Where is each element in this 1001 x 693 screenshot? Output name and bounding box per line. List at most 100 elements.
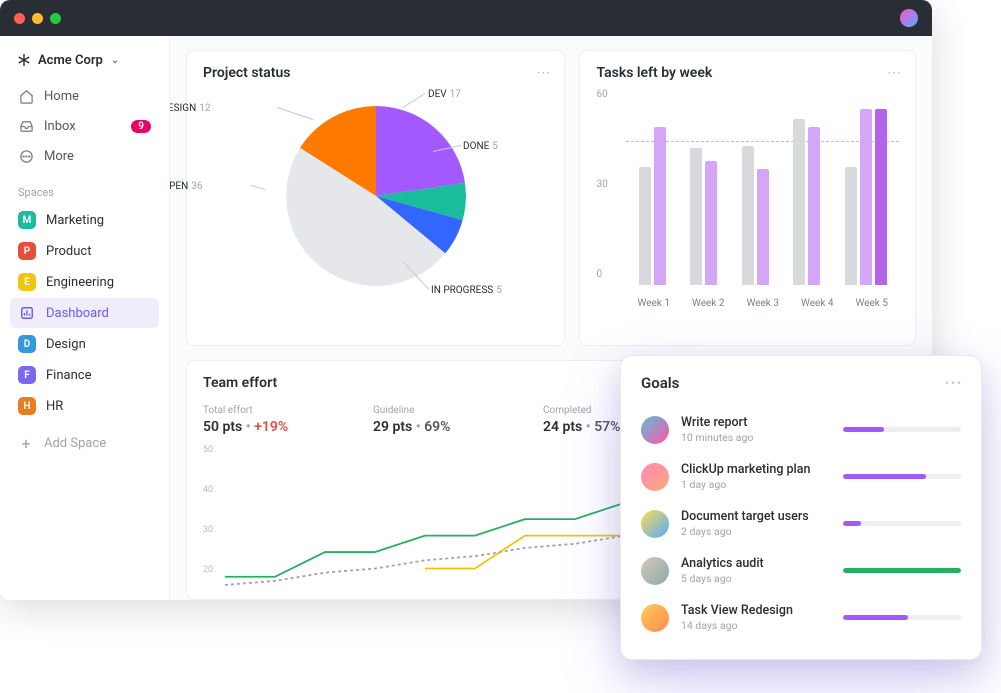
- stat-value: 50 pts • +19%: [203, 419, 353, 435]
- bar: [654, 127, 666, 285]
- workspace-name: Acme Corp: [38, 53, 103, 68]
- progress-bar: [843, 474, 961, 479]
- avatar: [641, 416, 669, 444]
- card-menu-icon[interactable]: ⋯: [887, 65, 901, 81]
- goals-card: Goals ••• Write report10 minutes agoClic…: [620, 355, 982, 660]
- stat-block: Total effort 50 pts • +19%: [203, 405, 373, 435]
- bar-group: [793, 119, 820, 285]
- bar-group: [742, 146, 769, 285]
- goal-name: Write report: [681, 415, 831, 430]
- goal-name: Analytics audit: [681, 556, 831, 571]
- user-avatar[interactable]: [900, 9, 918, 27]
- nav-home[interactable]: Home: [10, 82, 159, 110]
- bar: [808, 127, 820, 285]
- bar: [845, 167, 857, 285]
- sidebar-space-dashboard[interactable]: Dashboard: [10, 298, 159, 328]
- goal-time: 10 minutes ago: [681, 431, 831, 444]
- x-label: Week 3: [746, 298, 779, 309]
- project-status-card: Project status ⋯ DEV17DONE5IN PROGRESS5O…: [186, 50, 565, 346]
- sidebar-space-marketing[interactable]: M Marketing: [10, 205, 159, 235]
- goal-item[interactable]: Analytics audit5 days ago: [641, 547, 961, 594]
- bar: [705, 161, 717, 285]
- titlebar: [0, 0, 932, 36]
- y-tick: 30: [203, 525, 213, 535]
- sidebar-space-design[interactable]: D Design: [10, 329, 159, 359]
- goal-item[interactable]: Document target users2 days ago: [641, 500, 961, 547]
- avatar: [641, 463, 669, 491]
- dashboard-icon: [18, 304, 36, 322]
- sidebar-space-finance[interactable]: FFinance: [10, 360, 159, 390]
- stat-block: Guideline29 pts • 69%: [373, 405, 543, 435]
- chevron-down-icon: ⌄: [111, 55, 119, 66]
- goal-item[interactable]: ClickUp marketing plan1 day ago: [641, 453, 961, 500]
- space-badge: F: [18, 366, 36, 384]
- space-badge: D: [18, 335, 36, 353]
- space-label: Design: [46, 337, 86, 352]
- avatar: [641, 510, 669, 538]
- space-badge: M: [18, 211, 36, 229]
- y-tick: 60: [596, 89, 607, 100]
- add-space-button[interactable]: + Add Space: [10, 427, 159, 459]
- avatar: [641, 557, 669, 585]
- bar: [860, 109, 872, 285]
- tasks-left-card: Tasks left by week ⋯ 60 30 0 Week 1 Week …: [579, 50, 916, 346]
- minimize-window[interactable]: [32, 13, 43, 24]
- goal-item[interactable]: Write report10 minutes ago: [641, 406, 961, 453]
- close-window[interactable]: [14, 13, 25, 24]
- space-label: Product: [46, 244, 91, 259]
- stat-value: 29 pts • 69%: [373, 419, 523, 435]
- goal-time: 1 day ago: [681, 478, 831, 491]
- space-badge: P: [18, 242, 36, 260]
- pie-chart: DEV17DONE5IN PROGRESS5OPEN36DESIGN12: [203, 81, 548, 311]
- inbox-badge: 9: [131, 120, 151, 133]
- x-label: Week 5: [855, 298, 888, 309]
- stat-label: Total effort: [203, 405, 353, 416]
- y-tick: 50: [203, 445, 213, 455]
- goal-item[interactable]: Task View Redesign14 days ago: [641, 594, 961, 641]
- inbox-icon: [18, 118, 34, 134]
- space-label: HR: [46, 399, 63, 414]
- workspace-switcher[interactable]: Acme Corp ⌄: [10, 48, 159, 72]
- space-label: Marketing: [46, 213, 104, 228]
- more-icon: [18, 148, 34, 164]
- pie-label: OPEN36: [170, 181, 202, 192]
- avatar: [641, 604, 669, 632]
- goal-name: Document target users: [681, 509, 831, 524]
- sidebar-space-hr[interactable]: HHR: [10, 391, 159, 421]
- bar: [875, 109, 887, 285]
- maximize-window[interactable]: [50, 13, 61, 24]
- bar-group: [845, 109, 887, 285]
- card-menu-icon[interactable]: ⋯: [536, 65, 550, 81]
- sidebar: Acme Corp ⌄ Home Inbox 9 More Spaces M Ma…: [0, 36, 170, 600]
- sidebar-space-product[interactable]: P Product: [10, 236, 159, 266]
- progress-bar: [843, 568, 961, 573]
- nav-label: Inbox: [44, 119, 76, 134]
- bar-chart: 60 30 0 Week 1Week 2Week 3Week 4Week 5: [596, 81, 899, 313]
- goal-time: 14 days ago: [681, 619, 831, 632]
- card-title: Tasks left by week: [596, 65, 899, 81]
- goal-time: 2 days ago: [681, 525, 831, 538]
- goal-time: 5 days ago: [681, 572, 831, 585]
- bar: [690, 148, 702, 285]
- space-badge: E: [18, 273, 36, 291]
- x-label: Week 2: [692, 298, 725, 309]
- pie-label: DONE5: [463, 141, 498, 152]
- nav-label: Home: [44, 89, 79, 104]
- nav-label: More: [44, 149, 74, 164]
- home-icon: [18, 88, 34, 104]
- sidebar-space-engineering[interactable]: E Engineering: [10, 267, 159, 297]
- nav-inbox[interactable]: Inbox 9: [10, 112, 159, 140]
- x-label: Week 1: [637, 298, 670, 309]
- nav-more[interactable]: More: [10, 142, 159, 170]
- bar: [742, 146, 754, 285]
- goals-title: Goals: [641, 374, 961, 392]
- y-tick: 40: [203, 485, 213, 495]
- progress-bar: [843, 521, 961, 526]
- bar: [757, 169, 769, 285]
- y-tick: 0: [596, 269, 602, 280]
- space-label: Engineering: [46, 275, 114, 290]
- spaces-header: Spaces: [10, 172, 159, 205]
- card-menu-icon[interactable]: •••: [945, 376, 963, 390]
- bar: [639, 167, 651, 285]
- y-tick: 30: [596, 179, 607, 190]
